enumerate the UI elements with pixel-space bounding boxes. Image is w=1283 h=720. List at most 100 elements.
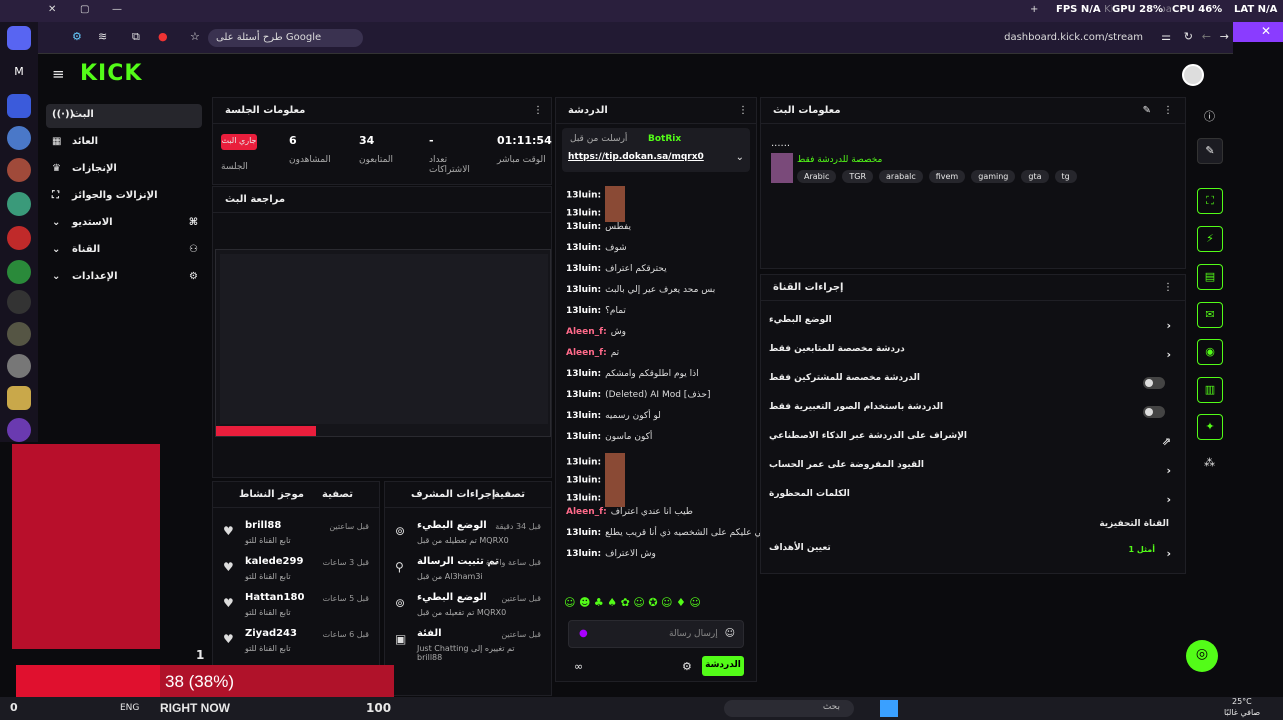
settings-sliders-icon[interactable]: ⚌ — [1161, 30, 1171, 43]
lightning-icon[interactable]: ⚡ — [1197, 226, 1223, 252]
document-icon[interactable]: ▤ — [1197, 264, 1223, 290]
chat-username[interactable]: 13luin: — [566, 494, 601, 504]
wrench-icon[interactable]: ✦ — [1197, 414, 1223, 440]
edit-icon[interactable]: ✎ — [1143, 105, 1151, 116]
infinity-icon[interactable]: ∞ — [574, 660, 583, 673]
more-icon[interactable]: ⋮ — [738, 105, 748, 116]
tag-chip[interactable]: Arabic — [797, 170, 837, 183]
minimize-icon[interactable]: — — [112, 4, 122, 15]
subscribers-only-toggle[interactable] — [1143, 377, 1165, 389]
send-button[interactable]: الدردشة — [702, 656, 744, 676]
server-icon[interactable] — [7, 322, 31, 346]
tag-chip[interactable]: TGR — [842, 170, 874, 183]
close-icon[interactable]: ✕ — [48, 4, 56, 15]
taskbar-search[interactable]: بحث — [724, 700, 854, 717]
hamburger-menu-icon[interactable]: ≡ — [52, 65, 65, 83]
chat-username[interactable]: 13luin: — [566, 191, 601, 201]
server-icon[interactable] — [7, 386, 31, 410]
chat-username[interactable]: 13luin: — [566, 306, 601, 316]
chat-username[interactable]: Aleen_f: — [566, 507, 607, 517]
forward-icon[interactable]: → — [1220, 30, 1229, 43]
puzzle-icon[interactable]: ⧉ — [132, 30, 140, 44]
start-icon[interactable] — [880, 700, 898, 717]
slow-mode-row[interactable]: الوضع البطيء › — [769, 315, 1177, 341]
server-icon[interactable] — [7, 260, 31, 284]
community-icon[interactable]: ⁂ — [1204, 456, 1215, 469]
stream-preview-video[interactable] — [215, 249, 551, 437]
record-icon[interactable]: ● — [158, 30, 168, 43]
chat-username[interactable]: Aleen_f: — [566, 348, 607, 358]
sidebar-item-settings[interactable]: ⌄ الإعدادات ⚙ — [46, 266, 202, 290]
chat-username[interactable]: 13luin: — [566, 432, 601, 442]
server-icon[interactable] — [7, 290, 31, 314]
broadcast-icon[interactable]: ◉ — [1197, 339, 1223, 365]
language-indicator[interactable]: ENG — [120, 703, 139, 713]
followers-only-row[interactable]: دردشة مخصصة للمتابعين فقط › — [769, 344, 1177, 370]
reload-icon[interactable]: ↻ — [1184, 30, 1193, 43]
sidebar-item-stream[interactable]: ((·)) البث — [46, 104, 202, 128]
emoji-icon[interactable]: ☺ — [725, 628, 735, 639]
server-icon[interactable] — [7, 126, 31, 150]
chat-username[interactable]: 13luin: — [566, 549, 601, 559]
chat-username[interactable]: 13luin: — [566, 369, 601, 379]
pinned-message[interactable]: أرسلت من قبل BotRix https://tip.dokan.sa… — [562, 128, 750, 172]
folder-icon[interactable] — [7, 94, 31, 118]
m-icon[interactable]: M — [7, 60, 31, 84]
more-icon[interactable]: ⋮ — [1163, 105, 1173, 116]
tag-chip[interactable]: gta — [1021, 170, 1049, 183]
close-bar[interactable]: ✕ — [1233, 22, 1283, 42]
screenshot-icon[interactable]: ⛶ — [1197, 188, 1223, 214]
avatar[interactable] — [1182, 64, 1204, 86]
tag-chip[interactable]: tg — [1054, 170, 1077, 183]
edit-icon[interactable]: ✎ — [1197, 138, 1223, 164]
chat-username[interactable]: 13luin: — [566, 222, 601, 232]
sidebar-item-drops[interactable]: ⛶ الإنزالات والجوائز — [46, 185, 202, 209]
tag-chip[interactable]: gaming — [971, 170, 1016, 183]
filter-button[interactable]: تصفية — [494, 489, 525, 500]
tag-chip[interactable]: arabalc — [879, 170, 923, 183]
sidebar-item-studio[interactable]: ⌄ الاستديو ⌘ — [46, 212, 202, 236]
account-age-row[interactable]: القيود المفروضة على عمر الحساب › — [769, 460, 1177, 486]
close-icon[interactable]: ✕ — [1261, 24, 1271, 38]
chat-username[interactable]: 13luin: — [566, 243, 601, 253]
chat-username[interactable]: 13luin: — [566, 264, 601, 274]
support-button[interactable]: ◎ — [1186, 640, 1218, 672]
back-icon[interactable]: ← — [1202, 30, 1211, 43]
chat-input[interactable]: ● إرسال رسالة ☺ — [568, 620, 744, 648]
maximize-icon[interactable]: ▢ — [80, 4, 89, 15]
chat-bubble-icon[interactable]: ✉ — [1197, 302, 1223, 328]
discord-icon[interactable] — [7, 26, 31, 50]
chevron-down-icon[interactable]: ⌄ — [736, 152, 744, 163]
ai-moderation-row[interactable]: الإشراف على الدردشة عبر الذكاء الاصطناعي… — [769, 431, 1177, 457]
server-icon[interactable] — [7, 354, 31, 378]
banned-words-row[interactable]: الكلمات المحظورة › — [769, 489, 1177, 515]
more-icon[interactable]: ⋮ — [533, 105, 543, 116]
google-ask-pill[interactable]: طرح أسئلة على Google — [208, 29, 363, 47]
server-icon[interactable] — [7, 192, 31, 216]
chat-username[interactable]: Aleen_f: — [566, 327, 607, 337]
info-icon[interactable]: ⓘ — [1204, 108, 1215, 124]
sidebar-item-channel[interactable]: ⌄ القناة ⚇ — [46, 239, 202, 263]
pinned-link[interactable]: https://tip.dokan.sa/mqrx0 — [568, 152, 704, 162]
tag-chip[interactable]: fivem — [928, 170, 966, 183]
filter-button[interactable]: تصفية — [322, 489, 353, 500]
chat-username[interactable]: 13luin: — [566, 285, 601, 295]
server-icon[interactable] — [7, 226, 31, 250]
emote-icon[interactable]: ☺ ☻ ♣ ♠ ✿ ☺ ✪ ☺ ♦ ☺ — [564, 596, 701, 609]
extension-icon[interactable]: ⚙ — [72, 30, 82, 43]
chat-username[interactable]: 13luin: — [566, 476, 601, 486]
server-icon[interactable] — [7, 418, 31, 442]
emote-bar[interactable]: ☺ ☻ ♣ ♠ ✿ ☺ ✪ ☺ ♦ ☺ — [564, 596, 750, 614]
chat-username[interactable]: 13luin: — [566, 528, 601, 538]
server-icon[interactable] — [7, 158, 31, 182]
category-link[interactable]: مخصصة للدردشة فقط — [797, 155, 882, 165]
sidebar-item-achievements[interactable]: ♛ الإنجازات — [46, 158, 202, 182]
star-icon[interactable]: ☆ — [190, 30, 200, 43]
tune-icon[interactable]: ≋ — [98, 30, 107, 43]
kick-logo[interactable]: KICK — [80, 61, 142, 86]
chat-username[interactable]: 13luin: — [566, 390, 601, 400]
chat-username[interactable]: 13luin: — [566, 458, 601, 468]
sidebar-item-revenue[interactable]: ▦ العائد — [46, 131, 202, 155]
set-goals-row[interactable]: تعيين الأهداف أمثل 1 › — [769, 543, 1177, 569]
chat-username[interactable]: 13luin: — [566, 209, 601, 219]
